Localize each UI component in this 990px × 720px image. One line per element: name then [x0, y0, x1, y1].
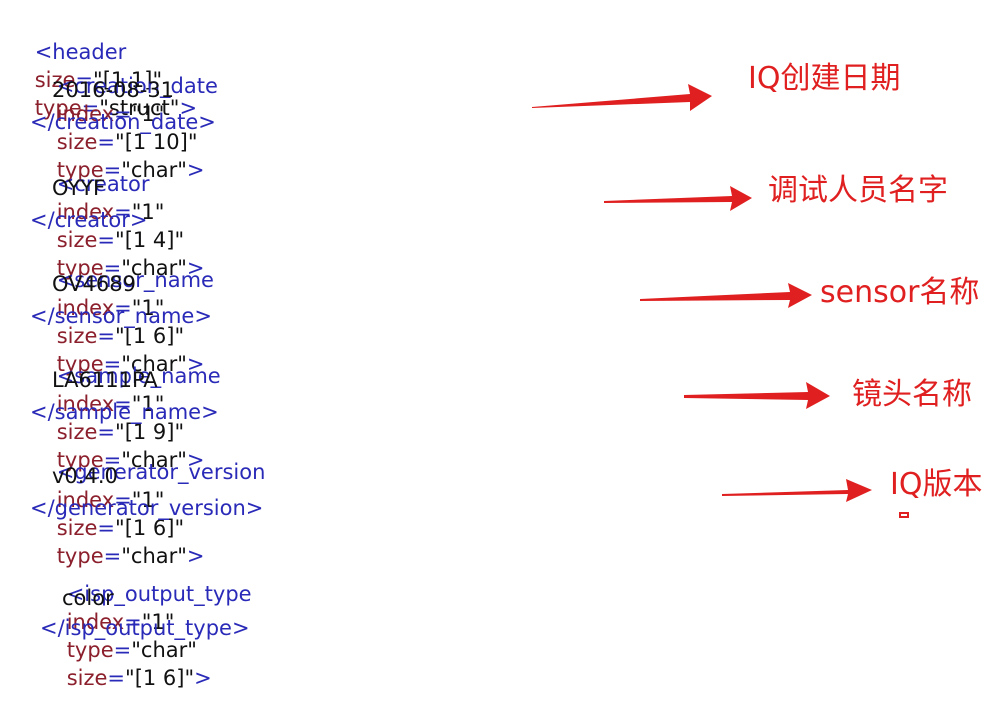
annotation-iq-creation-date: IQ创建日期 — [748, 61, 901, 96]
annotation-cursor-box — [899, 512, 909, 518]
arrow-creation-date — [532, 84, 712, 111]
arrow-sample-name — [684, 382, 830, 409]
arrow-generator-version — [722, 479, 872, 502]
annotation-lens-name: 镜头名称 — [852, 377, 972, 412]
arrow-sensor-name — [640, 283, 812, 308]
attr-name: size — [66, 666, 108, 690]
arrow-creator — [604, 186, 752, 211]
arrow-icon — [532, 84, 872, 502]
annotation-iq-version: IQ版本 — [890, 467, 983, 502]
attr-value: "[1 6]" — [125, 666, 195, 690]
annotation-sensor-name: sensor名称 — [820, 275, 980, 310]
annotation-tuner-name: 调试人员名字 — [768, 173, 948, 208]
